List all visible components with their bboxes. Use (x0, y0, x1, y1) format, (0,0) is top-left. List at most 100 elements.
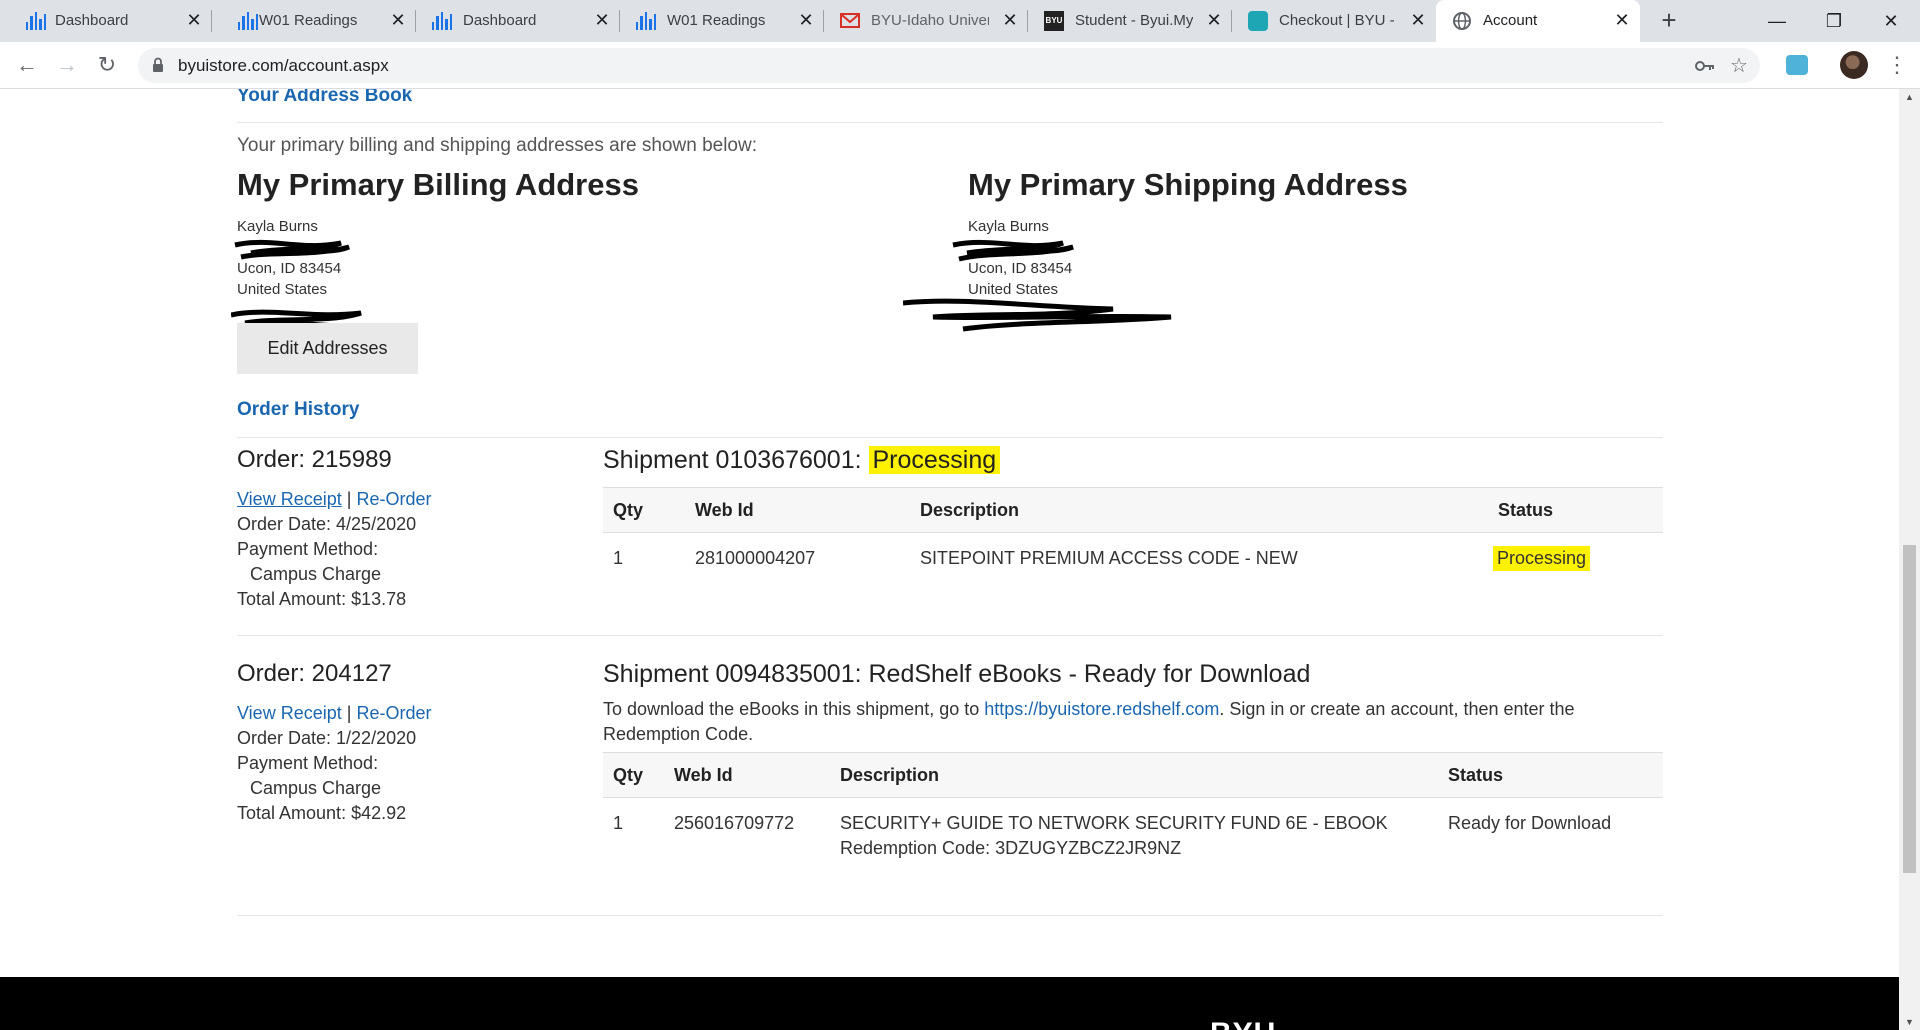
star-icon[interactable]: ☆ (1728, 55, 1750, 77)
close-icon[interactable]: ✕ (592, 10, 612, 30)
separator: | (346, 489, 352, 509)
bars-icon (26, 12, 47, 30)
back-arrow-icon[interactable]: ← (12, 50, 42, 80)
reorder-link[interactable]: Re-Order (356, 489, 431, 509)
lock-icon (152, 57, 164, 73)
item-status: Ready for Download (1448, 813, 1612, 833)
table-row: 1 256016709772 SECURITY+ GUIDE TO NETWOR… (603, 798, 1663, 878)
shipping-heading: My Primary Shipping Address (968, 167, 1408, 202)
gmail-icon (840, 13, 860, 28)
billing-heading: My Primary Billing Address (237, 167, 639, 202)
address-bar[interactable]: byuistore.com/account.aspx ☆ (138, 48, 1760, 83)
browser-toolbar: ← → ↻ byuistore.com/account.aspx ☆ ⋮ (0, 42, 1920, 89)
billing-name: Kayla Burns (237, 218, 318, 235)
shipment: Shipment 0094835001: RedShelf eBooks - R… (603, 659, 1663, 858)
tab-title: BYU-Idaho Univers (871, 12, 989, 29)
reorder-link[interactable]: Re-Order (356, 703, 431, 723)
close-icon[interactable]: ✕ (1612, 10, 1632, 30)
tab-w01-readings-1[interactable]: W01 Readings ✕ (212, 0, 416, 42)
col-status: Status (1448, 765, 1504, 785)
scroll-up-icon[interactable]: ▲ (1899, 89, 1920, 105)
divider (237, 915, 1663, 916)
tab-w01-readings-2[interactable]: W01 Readings ✕ (620, 0, 824, 42)
tab-account[interactable]: Account ✕ (1436, 0, 1640, 42)
table-header: Qty Web Id Description Status (603, 752, 1663, 798)
tab-title: Checkout | BYU - I (1279, 12, 1397, 29)
shipping-name: Kayla Burns (968, 218, 1049, 235)
shipment-title: Shipment 0103676001: Processing (603, 445, 1663, 475)
order-204127: Order: 204127 View Receipt | Re-Order Or… (237, 659, 1663, 858)
minimize-icon[interactable]: — (1762, 6, 1792, 36)
order-history-link[interactable]: Order History (237, 399, 359, 421)
view-receipt-link[interactable]: View Receipt (237, 703, 342, 723)
order-actions: View Receipt | Re-Order (237, 487, 567, 512)
close-window-icon[interactable]: ✕ (1876, 6, 1906, 36)
download-instructions: To download the eBooks in this shipment,… (603, 697, 1643, 747)
bars-icon (238, 12, 259, 30)
separator: | (346, 703, 352, 723)
order-summary: Order: 204127 View Receipt | Re-Order Or… (237, 659, 567, 826)
view-receipt-link[interactable]: View Receipt (237, 489, 342, 509)
col-webid: Web Id (695, 500, 754, 520)
close-icon[interactable]: ✕ (388, 10, 408, 30)
scroll-down-icon[interactable]: ▼ (1899, 1014, 1920, 1030)
close-icon[interactable]: ✕ (1408, 10, 1428, 30)
item-qty: 1 (613, 813, 624, 833)
order-number: Order: 215989 (237, 446, 392, 473)
url-text: byuistore.com/account.aspx (178, 56, 389, 75)
order-215989: Order: 215989 View Receipt | Re-Order Or… (237, 445, 1663, 609)
tab-checkout[interactable]: Checkout | BYU - I ✕ (1232, 0, 1436, 42)
tab-strip: Dashboard ✕ W01 Readings ✕ Dashboard ✕ W… (0, 0, 1920, 42)
close-icon[interactable]: ✕ (796, 10, 816, 30)
site-footer: BYU (0, 977, 1899, 1030)
key-icon[interactable] (1694, 55, 1716, 77)
divider (237, 122, 1663, 123)
shipment-table: Qty Web Id Description Status 1 25601670… (603, 752, 1663, 878)
store-icon (1248, 11, 1268, 31)
order-actions: View Receipt | Re-Order (237, 701, 567, 726)
address-book-link[interactable]: Your Address Book (237, 89, 412, 107)
address-intro: Your primary billing and shipping addres… (237, 135, 757, 156)
col-qty: Qty (613, 500, 644, 520)
tab-title: Account (1483, 12, 1538, 29)
order-total: Total Amount: $42.92 (237, 803, 407, 823)
menu-dots-icon[interactable]: ⋮ (1886, 50, 1908, 80)
tab-byu-idaho-mail[interactable]: BYU-Idaho Univers ✕ (824, 0, 1028, 42)
divider (237, 437, 1663, 438)
item-description: SECURITY+ GUIDE TO NETWORK SECURITY FUND… (840, 813, 1388, 833)
shipment-table: Qty Web Id Description Status 1 28100000… (603, 487, 1663, 593)
bars-icon (432, 12, 453, 30)
scroll-thumb[interactable] (1903, 545, 1916, 873)
bars-icon (636, 12, 657, 30)
close-icon[interactable]: ✕ (1204, 10, 1224, 30)
redaction-scribble (903, 239, 1172, 332)
restore-icon[interactable]: ❐ (1819, 6, 1849, 36)
col-qty: Qty (613, 765, 644, 785)
shipment-number: Shipment 0103676001: (603, 446, 862, 474)
forward-arrow-icon[interactable]: → (52, 50, 82, 80)
avatar[interactable] (1840, 51, 1868, 79)
redaction-scribble (231, 239, 382, 332)
page-scrollbar[interactable]: ▲ ▼ (1899, 89, 1920, 1030)
globe-icon (1452, 11, 1472, 31)
new-tab-button[interactable]: + (1656, 7, 1682, 34)
col-status: Status (1498, 500, 1554, 520)
col-webid: Web Id (674, 765, 733, 785)
extension-icon[interactable] (1786, 55, 1808, 75)
table-row: 1 281000004207 SITEPOINT PREMIUM ACCESS … (603, 533, 1663, 593)
tab-student-byui[interactable]: BYU Student - Byui.My ✕ (1028, 0, 1232, 42)
close-icon[interactable]: ✕ (184, 10, 204, 30)
byu-logo: BYU (1210, 1017, 1276, 1030)
reload-icon[interactable]: ↻ (92, 50, 122, 80)
tab-dashboard-1[interactable]: Dashboard ✕ (0, 0, 212, 42)
tab-dashboard-2[interactable]: Dashboard ✕ (416, 0, 620, 42)
order-number: Order: 204127 (237, 660, 392, 687)
close-icon[interactable]: ✕ (1000, 10, 1020, 30)
redshelf-link[interactable]: https://byuistore.redshelf.com (984, 699, 1219, 719)
edit-addresses-button[interactable]: Edit Addresses (237, 323, 418, 374)
order-date: Order Date: 4/25/2020 (237, 514, 417, 534)
tab-title: Dashboard (55, 12, 129, 29)
tab-title: Student - Byui.My (1075, 12, 1193, 29)
item-webid: 256016709772 (674, 813, 795, 833)
order-summary: Order: 215989 View Receipt | Re-Order Or… (237, 445, 567, 612)
